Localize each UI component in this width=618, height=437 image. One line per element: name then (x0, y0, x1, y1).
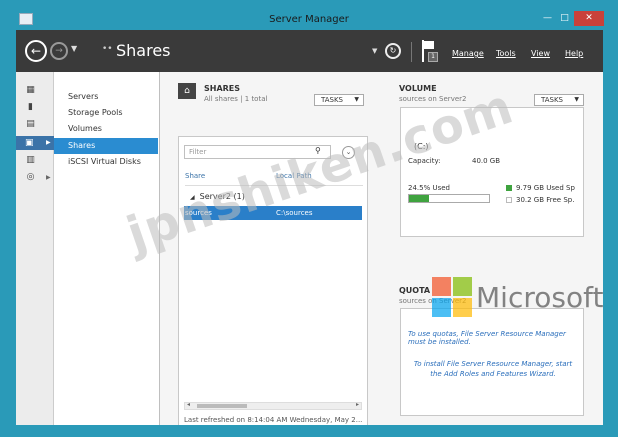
scroll-left-icon[interactable]: ◂ (187, 401, 190, 408)
expand-arrow-icon[interactable]: ▶ (46, 139, 51, 146)
used-legend-swatch (506, 185, 512, 191)
expand-arrow-icon-2[interactable]: ▶ (46, 174, 51, 181)
dashboard-icon[interactable]: ▦ (25, 85, 36, 95)
back-button[interactable]: ← (25, 40, 47, 62)
forward-button[interactable]: → (50, 42, 68, 60)
window-title: Server Manager (269, 14, 349, 25)
horizontal-scrollbar[interactable]: ◂ ▸ (184, 401, 362, 410)
free-legend-swatch (506, 197, 512, 203)
server-manager-window: Server Manager — □ ✕ ← → ▼ •• Shares ▼ ↻… (0, 0, 618, 437)
header-separator (411, 42, 412, 62)
shares-tasks-button[interactable]: TASKS ▼ (314, 94, 364, 106)
last-refreshed-text: Last refreshed on 8:14:04 AM Wednesday, … (184, 416, 363, 424)
quota-title: QUOTA (399, 286, 431, 295)
tasks-label: TASKS (541, 96, 563, 104)
chevron-down-icon: ▼ (574, 96, 579, 103)
header-bar: ← → ▼ •• Shares ▼ ↻ 1 Manage Tools View … (16, 30, 603, 72)
sidebar-item-servers[interactable]: Servers (54, 89, 158, 105)
microsoft-logo-text: Microsoft (476, 281, 604, 314)
page-title: Shares (116, 41, 171, 60)
volume-usage-fill (409, 195, 429, 202)
window-bottom-border (0, 425, 618, 437)
all-servers-icon[interactable]: ▤ (25, 119, 36, 129)
notifications-flag-button[interactable]: 1 (422, 40, 438, 62)
free-space-label: 30.2 GB Free Sp. (516, 196, 575, 204)
used-space-label: 9.79 GB Used Sp (516, 184, 575, 192)
scroll-right-icon[interactable]: ▸ (356, 401, 359, 408)
used-percent-label: 24.5% Used (408, 184, 450, 192)
column-header-share[interactable]: Share (185, 172, 205, 180)
menu-tools[interactable]: Tools (496, 49, 516, 58)
roles-icon[interactable]: ◎ (25, 172, 36, 182)
sidebar-item-volumes[interactable]: Volumes (54, 121, 158, 137)
microsoft-logo-icon (432, 277, 472, 317)
breadcrumb-prefix[interactable]: •• (102, 44, 113, 54)
sidebar-item-storage-pools[interactable]: Storage Pools (54, 105, 158, 121)
menu-manage[interactable]: Manage (452, 49, 484, 58)
maximize-button[interactable]: □ (556, 11, 573, 26)
refresh-button[interactable]: ↻ (385, 43, 401, 59)
iis-icon[interactable]: ▥ (25, 155, 36, 165)
left-icon-rail: ▦ ▮ ▤ ▣ ▶ ▥ ◎ ▶ (16, 72, 54, 425)
history-dropdown-icon[interactable]: ▼ (71, 44, 77, 53)
refresh-dropdown-icon[interactable]: ▼ (372, 47, 377, 55)
menu-help[interactable]: Help (565, 49, 583, 58)
volume-title: VOLUME (399, 84, 437, 93)
flag-cloth (424, 41, 434, 49)
minimize-button[interactable]: — (539, 11, 556, 26)
arrow-left-icon: ← (30, 44, 42, 58)
local-server-icon[interactable]: ▮ (25, 102, 36, 112)
tasks-label: TASKS (321, 96, 343, 104)
title-bar[interactable]: Server Manager — □ ✕ (0, 0, 618, 30)
quota-install-message: To use quotas, File Server Resource Mana… (408, 330, 566, 346)
volume-tasks-button[interactable]: TASKS ▼ (534, 94, 584, 106)
quota-wizard-link[interactable]: To install File Server Resource Manager,… (408, 359, 578, 379)
refresh-icon: ↻ (389, 46, 397, 55)
shares-folder-icon: ⌂ (178, 83, 196, 99)
arrow-right-icon: → (55, 46, 63, 56)
scrollbar-thumb[interactable] (197, 404, 247, 408)
menu-view[interactable]: View (531, 49, 550, 58)
shares-subtitle: All shares | 1 total (204, 95, 268, 103)
volume-usage-bar (408, 194, 490, 203)
close-button[interactable]: ✕ (574, 11, 604, 26)
capacity-value: 40.0 GB (472, 157, 501, 165)
chevron-down-icon: ▼ (354, 96, 359, 103)
client-area: ← → ▼ •• Shares ▼ ↻ 1 Manage Tools View … (16, 30, 603, 426)
sidebar-item-iscsi-virtual-disks[interactable]: iSCSI Virtual Disks (54, 154, 158, 170)
shares-title: SHARES (204, 84, 241, 93)
notification-badge: 1 (428, 52, 438, 62)
sidebar-item-shares[interactable]: Shares (54, 138, 158, 154)
